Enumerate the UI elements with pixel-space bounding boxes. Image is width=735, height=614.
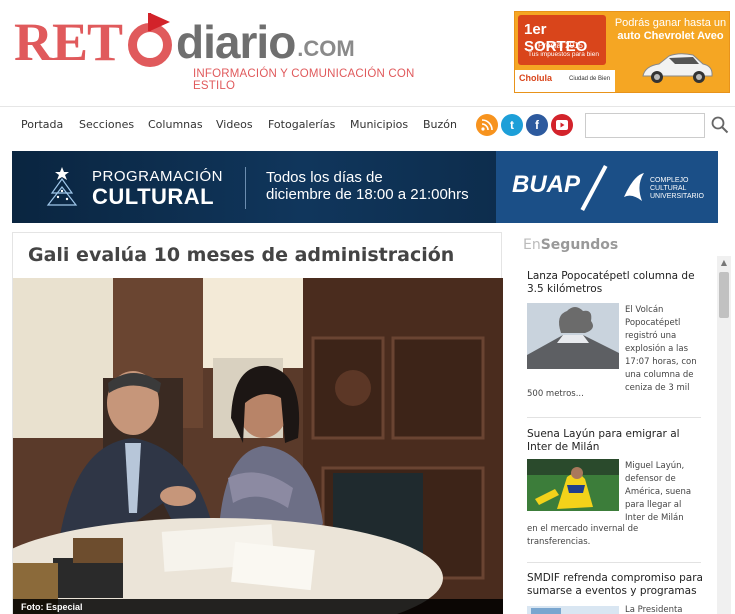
ad-ciudad-logo: Ciudad de Bien bbox=[569, 76, 611, 82]
excerpt-line: América, suena bbox=[625, 487, 692, 497]
scroll-up-icon[interactable]: ▲ bbox=[717, 256, 731, 270]
list-item[interactable]: Lanza Popocatépetl columna de 3.5 kilóme… bbox=[527, 270, 703, 296]
logo-diario-text: diario bbox=[176, 16, 296, 68]
news-headline[interactable]: SMDIF refrenda compromiso para sumarse a… bbox=[527, 572, 703, 598]
logo-target-icon bbox=[124, 13, 174, 67]
banner-divider bbox=[245, 167, 246, 209]
ad-line1: Podrás ganar hasta un bbox=[614, 17, 727, 29]
en-segundos-list: Lanza Popocatépetl columna de 3.5 kilóme… bbox=[515, 258, 715, 614]
site-header: RET diario .COM INFORMACIÓN Y COMUNICACI… bbox=[0, 0, 735, 105]
article-title[interactable]: Gali evalúa 10 meses de administración bbox=[28, 244, 454, 266]
youtube-icon[interactable] bbox=[551, 114, 573, 136]
news-headline[interactable]: Suena Layún para emigrar al Inter de Mil… bbox=[527, 428, 703, 454]
nav-municipios[interactable]: Municipios bbox=[350, 118, 408, 131]
banner-slash bbox=[580, 164, 608, 212]
nav-portada[interactable]: Portada bbox=[21, 118, 63, 131]
excerpt-line: La Presidenta bbox=[625, 605, 683, 614]
complejo-cultural-icon bbox=[624, 173, 644, 201]
dif-thumbnail[interactable] bbox=[527, 603, 619, 614]
excerpt-line: para llegar al bbox=[625, 500, 682, 510]
complejo-line2: CULTURAL bbox=[650, 185, 687, 192]
nav-buzon[interactable]: Buzón bbox=[423, 118, 457, 131]
excerpt-line: una columna de bbox=[625, 370, 694, 380]
excerpt-line: en el mercado invernal de bbox=[527, 524, 639, 534]
article-photo-image bbox=[13, 278, 503, 614]
ad-predial-text: Predial 2015 bbox=[538, 41, 583, 50]
news-excerpt: El Volcán Popocatépetl registró una expl… bbox=[625, 304, 703, 395]
news-excerpt-cont: en el mercado invernal de transferencias… bbox=[527, 523, 703, 549]
banner-schedule: Todos los días de diciembre de 18:00 a 2… bbox=[266, 169, 469, 203]
photo-caption: Foto: Especial bbox=[13, 599, 503, 614]
news-headline[interactable]: Lanza Popocatépetl columna de 3.5 kilóme… bbox=[527, 270, 703, 296]
excerpt-line: defensor de bbox=[625, 474, 676, 484]
news-excerpt: La Presidenta bbox=[625, 604, 703, 614]
nav-columnas[interactable]: Columnas bbox=[148, 118, 203, 131]
ad-logos: Cholula Ciudad de Bien bbox=[515, 70, 615, 92]
car-icon bbox=[642, 53, 713, 83]
rss-icon[interactable] bbox=[476, 114, 498, 136]
scroll-thumb[interactable] bbox=[719, 272, 729, 318]
excerpt-line: transferencias. bbox=[527, 537, 591, 547]
logo-tagline: INFORMACIÓN Y COMUNICACIÓN CON ESTILO bbox=[193, 68, 415, 92]
excerpt-line: Popocatépetl bbox=[625, 318, 681, 328]
complejo-cultural-text: COMPLEJO CULTURAL UNIVERSITARIO bbox=[650, 177, 704, 201]
buap-logo: BUAP bbox=[512, 171, 581, 198]
item-divider bbox=[527, 562, 701, 563]
volcano-thumbnail[interactable] bbox=[527, 303, 619, 369]
nav-secciones[interactable]: Secciones bbox=[79, 118, 134, 131]
sidebar-title: EnSegundos bbox=[523, 237, 618, 253]
banner-right: BUAP COMPLEJO CULTURAL UNIVERSITARIO bbox=[496, 151, 718, 223]
excerpt-line: 17:07 horas, con bbox=[625, 357, 697, 367]
ad-sub-text: Tus impuestos para bien bbox=[528, 51, 599, 58]
news-excerpt: Miguel Layún, defensor de América, suena… bbox=[625, 460, 703, 525]
nav-fotogalerias[interactable]: Fotogalerías bbox=[268, 118, 335, 131]
search-icon[interactable] bbox=[711, 116, 729, 134]
sorteo-badge: 1er SORTEO Predial 2015 Tus impuestos pa… bbox=[518, 15, 606, 65]
ad-prize-text: Podrás ganar hasta un auto Chevrolet Ave… bbox=[613, 17, 728, 43]
logo-com-text: .COM bbox=[297, 36, 355, 61]
excerpt-line: registró una bbox=[625, 331, 677, 341]
nav-videos[interactable]: Videos bbox=[216, 118, 253, 131]
complejo-line3: UNIVERSITARIO bbox=[650, 193, 704, 200]
sidebar-title-rest: Segundos bbox=[540, 237, 619, 253]
main-article: Gali evalúa 10 meses de administración F… bbox=[12, 232, 503, 614]
sidebar-scrollbar[interactable]: ▲ bbox=[717, 256, 731, 614]
main-nav: Portada Secciones Columnas Videos Fotoga… bbox=[0, 106, 735, 144]
twitter-icon[interactable]: t bbox=[501, 114, 523, 136]
list-item[interactable]: SMDIF refrenda compromiso para sumarse a… bbox=[527, 572, 703, 598]
item-divider bbox=[527, 417, 701, 418]
excerpt-line: Miguel Layún, bbox=[625, 461, 685, 471]
list-item[interactable]: Suena Layún para emigrar al Inter de Mil… bbox=[527, 428, 703, 454]
banner-schedule-line1: Todos los días de bbox=[266, 169, 383, 186]
search-input[interactable] bbox=[585, 113, 705, 138]
excerpt-line: explosión a las bbox=[625, 344, 689, 354]
banner-schedule-line2: diciembre de 18:00 a 21:00hrs bbox=[266, 186, 469, 203]
soccer-thumbnail[interactable] bbox=[527, 459, 619, 525]
facebook-icon[interactable]: f bbox=[526, 114, 548, 136]
news-excerpt-cont: 500 metros... bbox=[527, 389, 584, 399]
article-photo[interactable]: Foto: Especial bbox=[13, 278, 503, 614]
excerpt-line: El Volcán bbox=[625, 305, 664, 315]
sidebar-title-en: En bbox=[523, 237, 541, 253]
banner-programacion: PROGRAMACIÓN bbox=[92, 168, 224, 185]
ad-line2: auto Chevrolet Aveo bbox=[617, 30, 724, 42]
header-ad[interactable]: 1er SORTEO Predial 2015 Tus impuestos pa… bbox=[514, 11, 730, 93]
logo-ret-text: RET bbox=[14, 12, 123, 72]
banner-cultural: CULTURAL bbox=[92, 184, 215, 209]
cultural-banner[interactable]: PROGRAMACIÓN CULTURAL Todos los días de … bbox=[12, 151, 718, 223]
christmas-tree-icon bbox=[46, 167, 78, 206]
ad-cholula-logo: Cholula bbox=[519, 73, 552, 83]
complejo-line1: COMPLEJO bbox=[650, 177, 689, 184]
banner-left: PROGRAMACIÓN CULTURAL Todos los días de … bbox=[12, 151, 496, 223]
site-logo[interactable]: RET diario .COM INFORMACIÓN Y COMUNICACI… bbox=[14, 6, 434, 92]
